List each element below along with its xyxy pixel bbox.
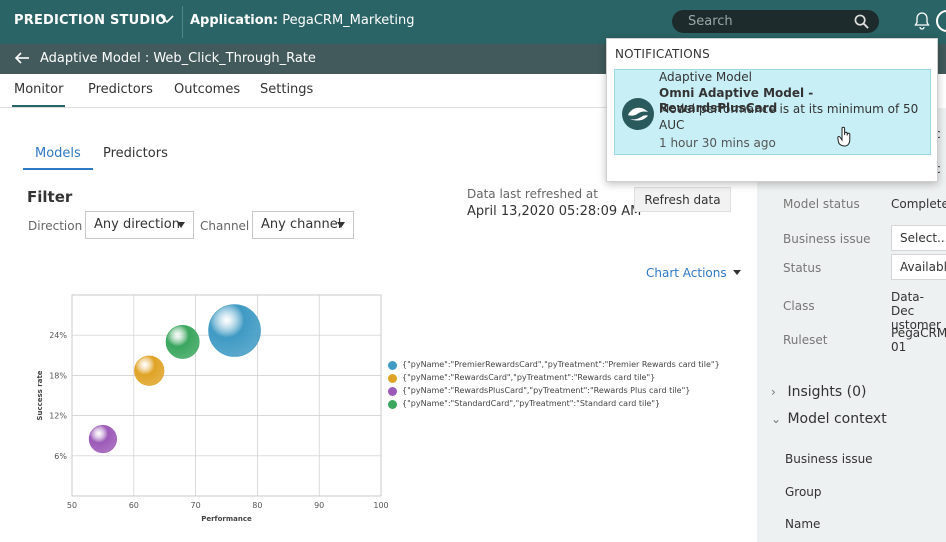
x-tick-label: 80 (252, 501, 262, 510)
y-tick-label: 24% (49, 331, 67, 340)
search-icon[interactable] (854, 14, 869, 29)
channel-label: Channel (200, 219, 250, 233)
bell-icon[interactable] (914, 12, 930, 30)
notification-time: 1 hour 30 mins ago (659, 136, 776, 150)
prediction-studio-app: PREDICTION STUDIO Application: PegaCRM_M… (0, 0, 946, 542)
channel-select[interactable]: Any channel (252, 211, 354, 239)
notification-message: AUC (659, 118, 685, 132)
legend-marker (388, 400, 397, 409)
notifications-popover: NOTIFICATIONS Adaptive Model Omni Adapti… (606, 38, 938, 182)
legend-entry[interactable]: {"pyName":"PremierRewardsCard","pyTreatm… (388, 360, 728, 370)
application-name[interactable]: Application: PegaCRM_Marketing (190, 13, 414, 28)
divider (182, 6, 183, 38)
ruleset-label: Ruleset (783, 333, 828, 347)
x-tick-label: 50 (67, 501, 77, 510)
status-label: Status (783, 261, 822, 275)
model-status-value: Complete (891, 197, 946, 211)
notification-category: Adaptive Model (659, 70, 752, 84)
ruleset-value-line: PegaCRM (891, 326, 946, 340)
adaptive-model-icon (622, 98, 654, 130)
dropdown-arrow-icon (337, 222, 345, 228)
chart-actions-label: Chart Actions (646, 266, 727, 280)
legend-entry[interactable]: {"pyName":"RewardsCard","pyTreatment":"R… (388, 373, 728, 383)
ruleset-value-line: 01 (891, 340, 907, 354)
tab-outcomes[interactable]: Outcomes (174, 82, 240, 97)
bubble-point (134, 355, 165, 386)
bubble-point (165, 324, 200, 359)
y-tick-label: 18% (49, 371, 67, 380)
application-value: PegaCRM_Marketing (282, 13, 415, 28)
direction-value: Any direction (94, 217, 180, 232)
search-placeholder: Search (688, 14, 733, 29)
status-select[interactable]: Availabl (891, 254, 946, 280)
insights-title: Insights (0) (787, 384, 867, 400)
model-title: Adaptive Model : Web_Click_Through_Rate (40, 51, 316, 66)
refresh-data-button[interactable]: Refresh data (634, 187, 731, 212)
y-tick-label: 12% (49, 412, 67, 421)
notification-item[interactable]: Adaptive Model Omni Adaptive Model - Rew… (614, 69, 931, 155)
tab-settings[interactable]: Settings (260, 82, 313, 97)
application-label: Application: (190, 13, 279, 28)
insights-section[interactable]: › Insights (0) (771, 384, 866, 400)
y-tick-label: 6% (54, 452, 67, 461)
x-tick-label: 100 (373, 501, 388, 510)
tab-predictors[interactable]: Predictors (88, 82, 153, 97)
chevron-down-icon[interactable] (160, 14, 174, 24)
caret-down-icon (732, 270, 741, 275)
chevron-right-icon: › (771, 385, 776, 399)
legend-entry[interactable]: {"pyName":"StandardCard","pyTreatment":"… (388, 399, 728, 409)
studio-switcher-label[interactable]: PREDICTION STUDIO (14, 13, 167, 28)
direction-label: Direction (28, 219, 83, 233)
context-item: Name (785, 517, 821, 531)
subtab-predictors[interactable]: Predictors (103, 146, 168, 161)
context-item: Group (785, 485, 822, 499)
legend-marker (388, 361, 397, 370)
refresh-timestamp: April 13,2020 05:28:09 AM (467, 204, 642, 219)
back-arrow-icon[interactable] (14, 51, 30, 65)
notification-message: Model performance is at its minimum of 5… (659, 102, 919, 116)
x-tick-label: 60 (129, 501, 139, 510)
legend-marker (388, 387, 397, 396)
notifications-header: NOTIFICATIONS (615, 47, 710, 61)
chart-legend: {"pyName":"PremierRewardsCard","pyTreatm… (388, 360, 728, 412)
legend-label: {"pyName":"RewardsCard","pyTreatment":"R… (402, 373, 656, 382)
tab-monitor[interactable]: Monitor (11, 82, 66, 107)
bubble-point (88, 424, 117, 454)
bubble-chart: 50 60 70 80 90 100 6% 12% 18% 24% Performance Succe… (36, 294, 389, 523)
chart-actions-menu[interactable]: Chart Actions (646, 266, 741, 280)
channel-value: Any channel (261, 217, 342, 232)
ruleset-value: PegaCRM 01 (891, 326, 946, 354)
model-context-section[interactable]: ⌄ Model context (771, 411, 887, 427)
business-issue-label: Business issue (783, 232, 871, 246)
context-item: Business issue (785, 452, 873, 466)
legend-label: {"pyName":"RewardsPlusCard","pyTreatment… (402, 386, 691, 395)
legend-entry[interactable]: {"pyName":"RewardsPlusCard","pyTreatment… (388, 386, 728, 396)
legend-label: {"pyName":"PremierRewardsCard","pyTreatm… (402, 360, 720, 369)
adaptive-model-icon-glyph (628, 107, 648, 121)
class-value-line: Data-Dec (891, 290, 924, 318)
legend-label: {"pyName":"StandardCard","pyTreatment":"… (402, 399, 661, 408)
hand-cursor-icon (837, 126, 851, 147)
avatar[interactable] (936, 10, 946, 32)
chevron-down-icon: ⌄ (771, 412, 782, 426)
model-context-title: Model context (787, 411, 887, 427)
y-axis-label: Success rate (36, 370, 44, 420)
bubble-point (208, 304, 261, 357)
x-axis-label: Performance (201, 515, 252, 523)
filter-title: Filter (27, 188, 73, 206)
model-status-label: Model status (783, 197, 860, 211)
business-issue-select[interactable]: Select... (891, 225, 946, 251)
x-tick-label: 70 (191, 501, 201, 510)
class-label: Class (783, 299, 815, 313)
refresh-label: Data last refreshed at (467, 187, 598, 201)
x-tick-label: 90 (314, 501, 324, 510)
search-input[interactable]: Search (672, 10, 879, 33)
direction-select[interactable]: Any direction (85, 211, 194, 239)
subtab-models[interactable]: Models (23, 146, 93, 170)
legend-marker (388, 374, 397, 383)
dropdown-arrow-icon (177, 222, 185, 228)
